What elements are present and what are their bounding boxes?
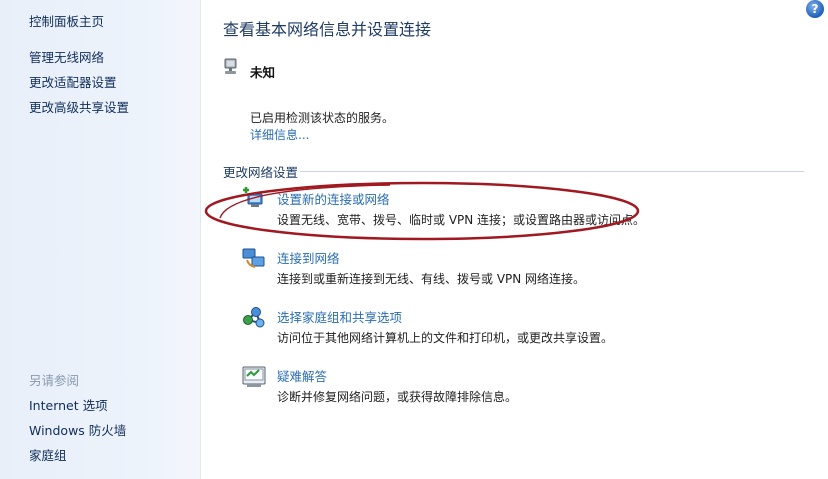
help-icon[interactable]: ?: [806, 0, 824, 18]
see-also-heading: 另请参阅: [29, 373, 80, 388]
sidebar-item-advanced-sharing[interactable]: 更改高级共享设置: [29, 97, 129, 116]
new-connection-icon: [243, 187, 263, 207]
homegroup-sharing-desc: 访问位于其他网络计算机上的文件和打印机，或更改共享设置。: [277, 331, 614, 345]
page-title: 查看基本网络信息并设置连接: [223, 20, 432, 39]
sidebar-item-manage-wireless[interactable]: 管理无线网络: [29, 47, 104, 66]
homegroup-sharing-link[interactable]: 选择家庭组和共享选项: [277, 307, 402, 326]
homegroup-icon: [243, 307, 265, 328]
setup-new-connection-desc: 设置无线、宽带、拨号、临时或 VPN 连接；或设置路由器或访问点。: [277, 213, 646, 227]
service-status-text: 已启用检测该状态的服务。: [250, 111, 395, 125]
connect-to-network-desc: 连接到或重新连接到无线、有线、拨号或 VPN 网络连接。: [277, 272, 586, 286]
computer-icon: [224, 58, 237, 74]
section-divider: [300, 171, 804, 172]
setup-new-connection-link[interactable]: 设置新的连接或网络: [277, 189, 390, 208]
sidebar-item-adapter-settings[interactable]: 更改适配器设置: [29, 72, 117, 91]
control-panel-home-link[interactable]: 控制面板主页: [29, 11, 104, 30]
network-status-label: 未知: [250, 65, 276, 80]
sidebar-item-homegroup[interactable]: 家庭组: [29, 445, 67, 464]
sidebar-item-internet-options[interactable]: Internet 选项: [29, 395, 108, 414]
details-link[interactable]: 详细信息...: [250, 126, 309, 143]
connect-network-icon: [242, 248, 265, 268]
connect-to-network-link[interactable]: 连接到网络: [277, 248, 340, 267]
troubleshoot-desc: 诊断并修复网络问题，或获得故障排除信息。: [277, 390, 518, 404]
troubleshoot-link[interactable]: 疑难解答: [277, 366, 327, 385]
sidebar-item-windows-firewall[interactable]: Windows 防火墙: [29, 420, 126, 439]
sidebar: 控制面板主页 管理无线网络 更改适配器设置 更改高级共享设置 另请参阅 Inte…: [0, 0, 201, 479]
change-settings-heading: 更改网络设置: [223, 165, 299, 180]
troubleshoot-icon: [242, 366, 266, 387]
